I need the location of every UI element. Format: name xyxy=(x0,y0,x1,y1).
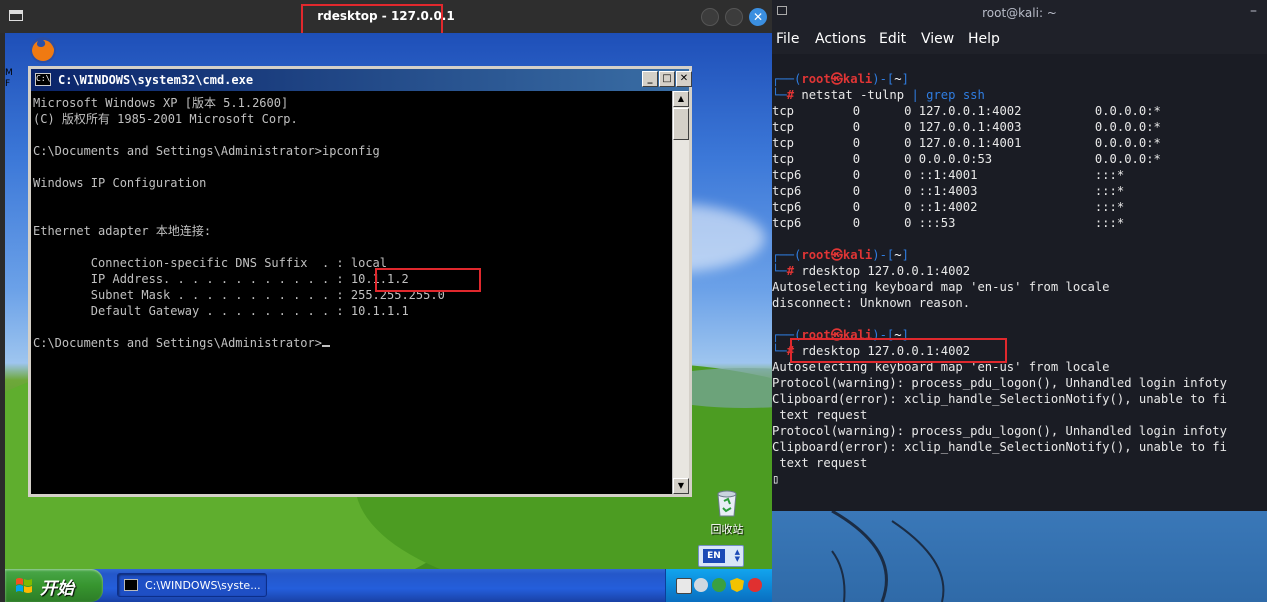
cmd-maximize-button[interactable]: □ xyxy=(659,71,675,87)
terminal-text: ┌──(root㉿kali)-[~] └─# netstat -tulnp | … xyxy=(772,54,1267,487)
prompt-user: root㉿kali xyxy=(801,72,873,86)
output-line: tcp 0 0 127.0.0.1:4002 0.0.0.0:* xyxy=(772,104,1161,118)
output-line: text request xyxy=(772,408,868,422)
windows-flag-icon xyxy=(16,578,32,593)
terminal-cursor: ▯ xyxy=(772,472,780,486)
cmd-title: C:\WINDOWS\system32\cmd.exe xyxy=(58,73,254,87)
cmd-titlebar[interactable]: C:\ C:\WINDOWS\system32\cmd.exe _ □ ✕ xyxy=(31,69,692,91)
output-line: tcp6 0 0 ::1:4003 :::* xyxy=(772,184,1125,198)
firefox-icon[interactable] xyxy=(27,35,59,65)
kali-minimize-button[interactable]: – xyxy=(1250,3,1257,19)
cmd-console[interactable]: Microsoft Windows XP [版本 5.1.2600] (C) 版… xyxy=(31,91,672,494)
minimize-button[interactable] xyxy=(701,8,719,26)
output-line: tcp6 0 0 ::1:4002 :::* xyxy=(772,200,1125,214)
prompt-hash: # xyxy=(786,264,802,278)
security-shield-icon[interactable] xyxy=(730,578,744,592)
prompt-frame: )-[ xyxy=(872,72,895,86)
output-line: tcp 0 0 127.0.0.1:4001 0.0.0.0:* xyxy=(772,136,1161,150)
highlight-box-ip xyxy=(375,268,481,292)
cmd-close-button[interactable]: ✕ xyxy=(676,71,692,87)
kali-menubar: File Actions Edit View Help xyxy=(772,26,1267,54)
cmd-scrollbar[interactable]: ▲ ▼ xyxy=(672,91,689,494)
prompt-frame: ] xyxy=(901,72,909,86)
kali-titlebar[interactable]: root@kali: ~ – xyxy=(772,0,1267,26)
output-line: Clipboard(error): xclip_handle_Selection… xyxy=(772,392,1227,406)
cmd-line: Microsoft Windows XP [版本 5.1.2600] xyxy=(33,96,289,110)
xp-desktop: M F C:\ C:\WINDOWS\system32\cmd.exe _ □ … xyxy=(5,33,772,602)
xp-taskbar: 开始 C:\WINDOWS\syste... xyxy=(5,569,772,602)
output-line: text request xyxy=(772,456,868,470)
output-line: Autoselecting keyboard map 'en-us' from … xyxy=(772,280,1110,294)
prompt-frame: ┌──( xyxy=(772,72,802,86)
command-text: netstat -tulnp xyxy=(801,88,905,102)
highlight-box-command xyxy=(790,338,1007,363)
security-alert-icon[interactable] xyxy=(748,578,762,592)
output-line: tcp 0 0 127.0.0.1:4003 0.0.0.0:* xyxy=(772,120,1161,134)
prompt-frame: ┌──( xyxy=(772,248,802,262)
recycle-bin-icon xyxy=(717,490,737,517)
cmd-window: C:\ C:\WINDOWS\system32\cmd.exe _ □ ✕ Mi… xyxy=(28,66,692,497)
prompt-dir: ~ xyxy=(894,72,902,86)
kali-terminal-output[interactable]: ┌──(root㉿kali)-[~] └─# netstat -tulnp | … xyxy=(772,54,1267,511)
prompt-user: root㉿kali xyxy=(801,248,873,262)
language-bar-arrows-icon[interactable]: ▲ ▼ xyxy=(735,549,740,563)
kali-terminal-window: root@kali: ~ – File Actions Edit View He… xyxy=(772,0,1267,602)
start-button[interactable]: 开始 xyxy=(5,569,103,602)
cmd-line: Windows IP Configuration xyxy=(33,176,207,190)
prompt-frame: ] xyxy=(901,248,909,262)
command-text: rdesktop 127.0.0.1:4002 xyxy=(801,264,971,278)
recycle-bin[interactable]: 回收站 xyxy=(705,488,749,537)
output-line: Clipboard(error): xclip_handle_Selection… xyxy=(772,440,1227,454)
menu-actions[interactable]: Actions xyxy=(815,31,866,47)
language-indicator[interactable]: EN xyxy=(703,549,725,563)
output-line: tcp6 0 0 :::53 :::* xyxy=(772,216,1125,230)
cmd-taskbar-icon xyxy=(124,579,138,591)
prompt-frame: └─ xyxy=(772,88,787,102)
prompt-frame: └─ xyxy=(772,344,787,358)
scroll-up-arrow-icon[interactable]: ▲ xyxy=(673,91,689,107)
output-line: Protocol(warning): process_pdu_logon(), … xyxy=(772,376,1227,390)
network-tray-icon[interactable] xyxy=(694,578,708,592)
close-button[interactable]: ✕ xyxy=(749,8,767,26)
cmd-line: Ethernet adapter 本地连接: xyxy=(33,224,212,238)
safely-remove-hardware-icon[interactable] xyxy=(712,578,726,592)
output-line: disconnect: Unknown reason. xyxy=(772,296,971,310)
menu-view[interactable]: View xyxy=(921,31,954,47)
output-line: tcp 0 0 0.0.0.0:53 0.0.0.0:* xyxy=(772,152,1161,166)
command-pipe: | grep ssh xyxy=(911,88,985,102)
recycle-bin-label: 回收站 xyxy=(710,523,744,536)
maximize-button[interactable] xyxy=(725,8,743,26)
scroll-down-arrow-icon[interactable]: ▼ xyxy=(673,478,689,494)
prompt-hash: # xyxy=(786,88,802,102)
cmd-output: Microsoft Windows XP [版本 5.1.2600] (C) 版… xyxy=(31,91,672,351)
taskbar-item-cmd[interactable]: C:\WINDOWS\syste... xyxy=(117,573,267,597)
scroll-thumb[interactable] xyxy=(673,108,689,140)
prompt-frame: └─ xyxy=(772,264,787,278)
cmd-minimize-button[interactable]: _ xyxy=(642,71,658,87)
cmd-icon[interactable]: C:\ xyxy=(35,73,51,86)
vmware-tray-icon[interactable] xyxy=(676,578,692,594)
start-label: 开始 xyxy=(40,579,74,599)
language-bar[interactable]: EN ▲ ▼ xyxy=(698,545,744,567)
prompt-frame: )-[ xyxy=(872,248,895,262)
cmd-line: Default Gateway . . . . . . . . . : 10.1… xyxy=(33,304,409,318)
cmd-line: Connection-specific DNS Suffix . : local xyxy=(33,256,388,270)
menu-help[interactable]: Help xyxy=(968,31,1000,47)
menu-edit[interactable]: Edit xyxy=(879,31,906,47)
text-cursor xyxy=(321,345,330,347)
output-line: Protocol(warning): process_pdu_logon(), … xyxy=(772,424,1227,438)
desktop-icon-label-partial: M F xyxy=(5,68,13,89)
kali-window-title: root@kali: ~ xyxy=(982,6,1057,20)
cmd-line: (C) 版权所有 1985-2001 Microsoft Corp. xyxy=(33,112,298,126)
cmd-line: C:\Documents and Settings\Administrator> xyxy=(33,336,322,350)
prompt-dir: ~ xyxy=(894,248,902,262)
system-tray xyxy=(665,569,772,602)
taskbar-item-label: C:\WINDOWS\syste... xyxy=(145,579,261,592)
output-line: tcp6 0 0 ::1:4001 :::* xyxy=(772,168,1125,182)
cmd-line: C:\Documents and Settings\Administrator>… xyxy=(33,144,380,158)
menu-file[interactable]: File xyxy=(776,31,799,47)
rdesktop-window: rdesktop - 127.0.0.1 ✕ M F C:\ C:\WINDOW… xyxy=(0,0,772,602)
kali-desktop-background xyxy=(772,509,1267,602)
cmd-line: IP Address. . . . . . . . . . . . : 10.1… xyxy=(33,272,409,286)
